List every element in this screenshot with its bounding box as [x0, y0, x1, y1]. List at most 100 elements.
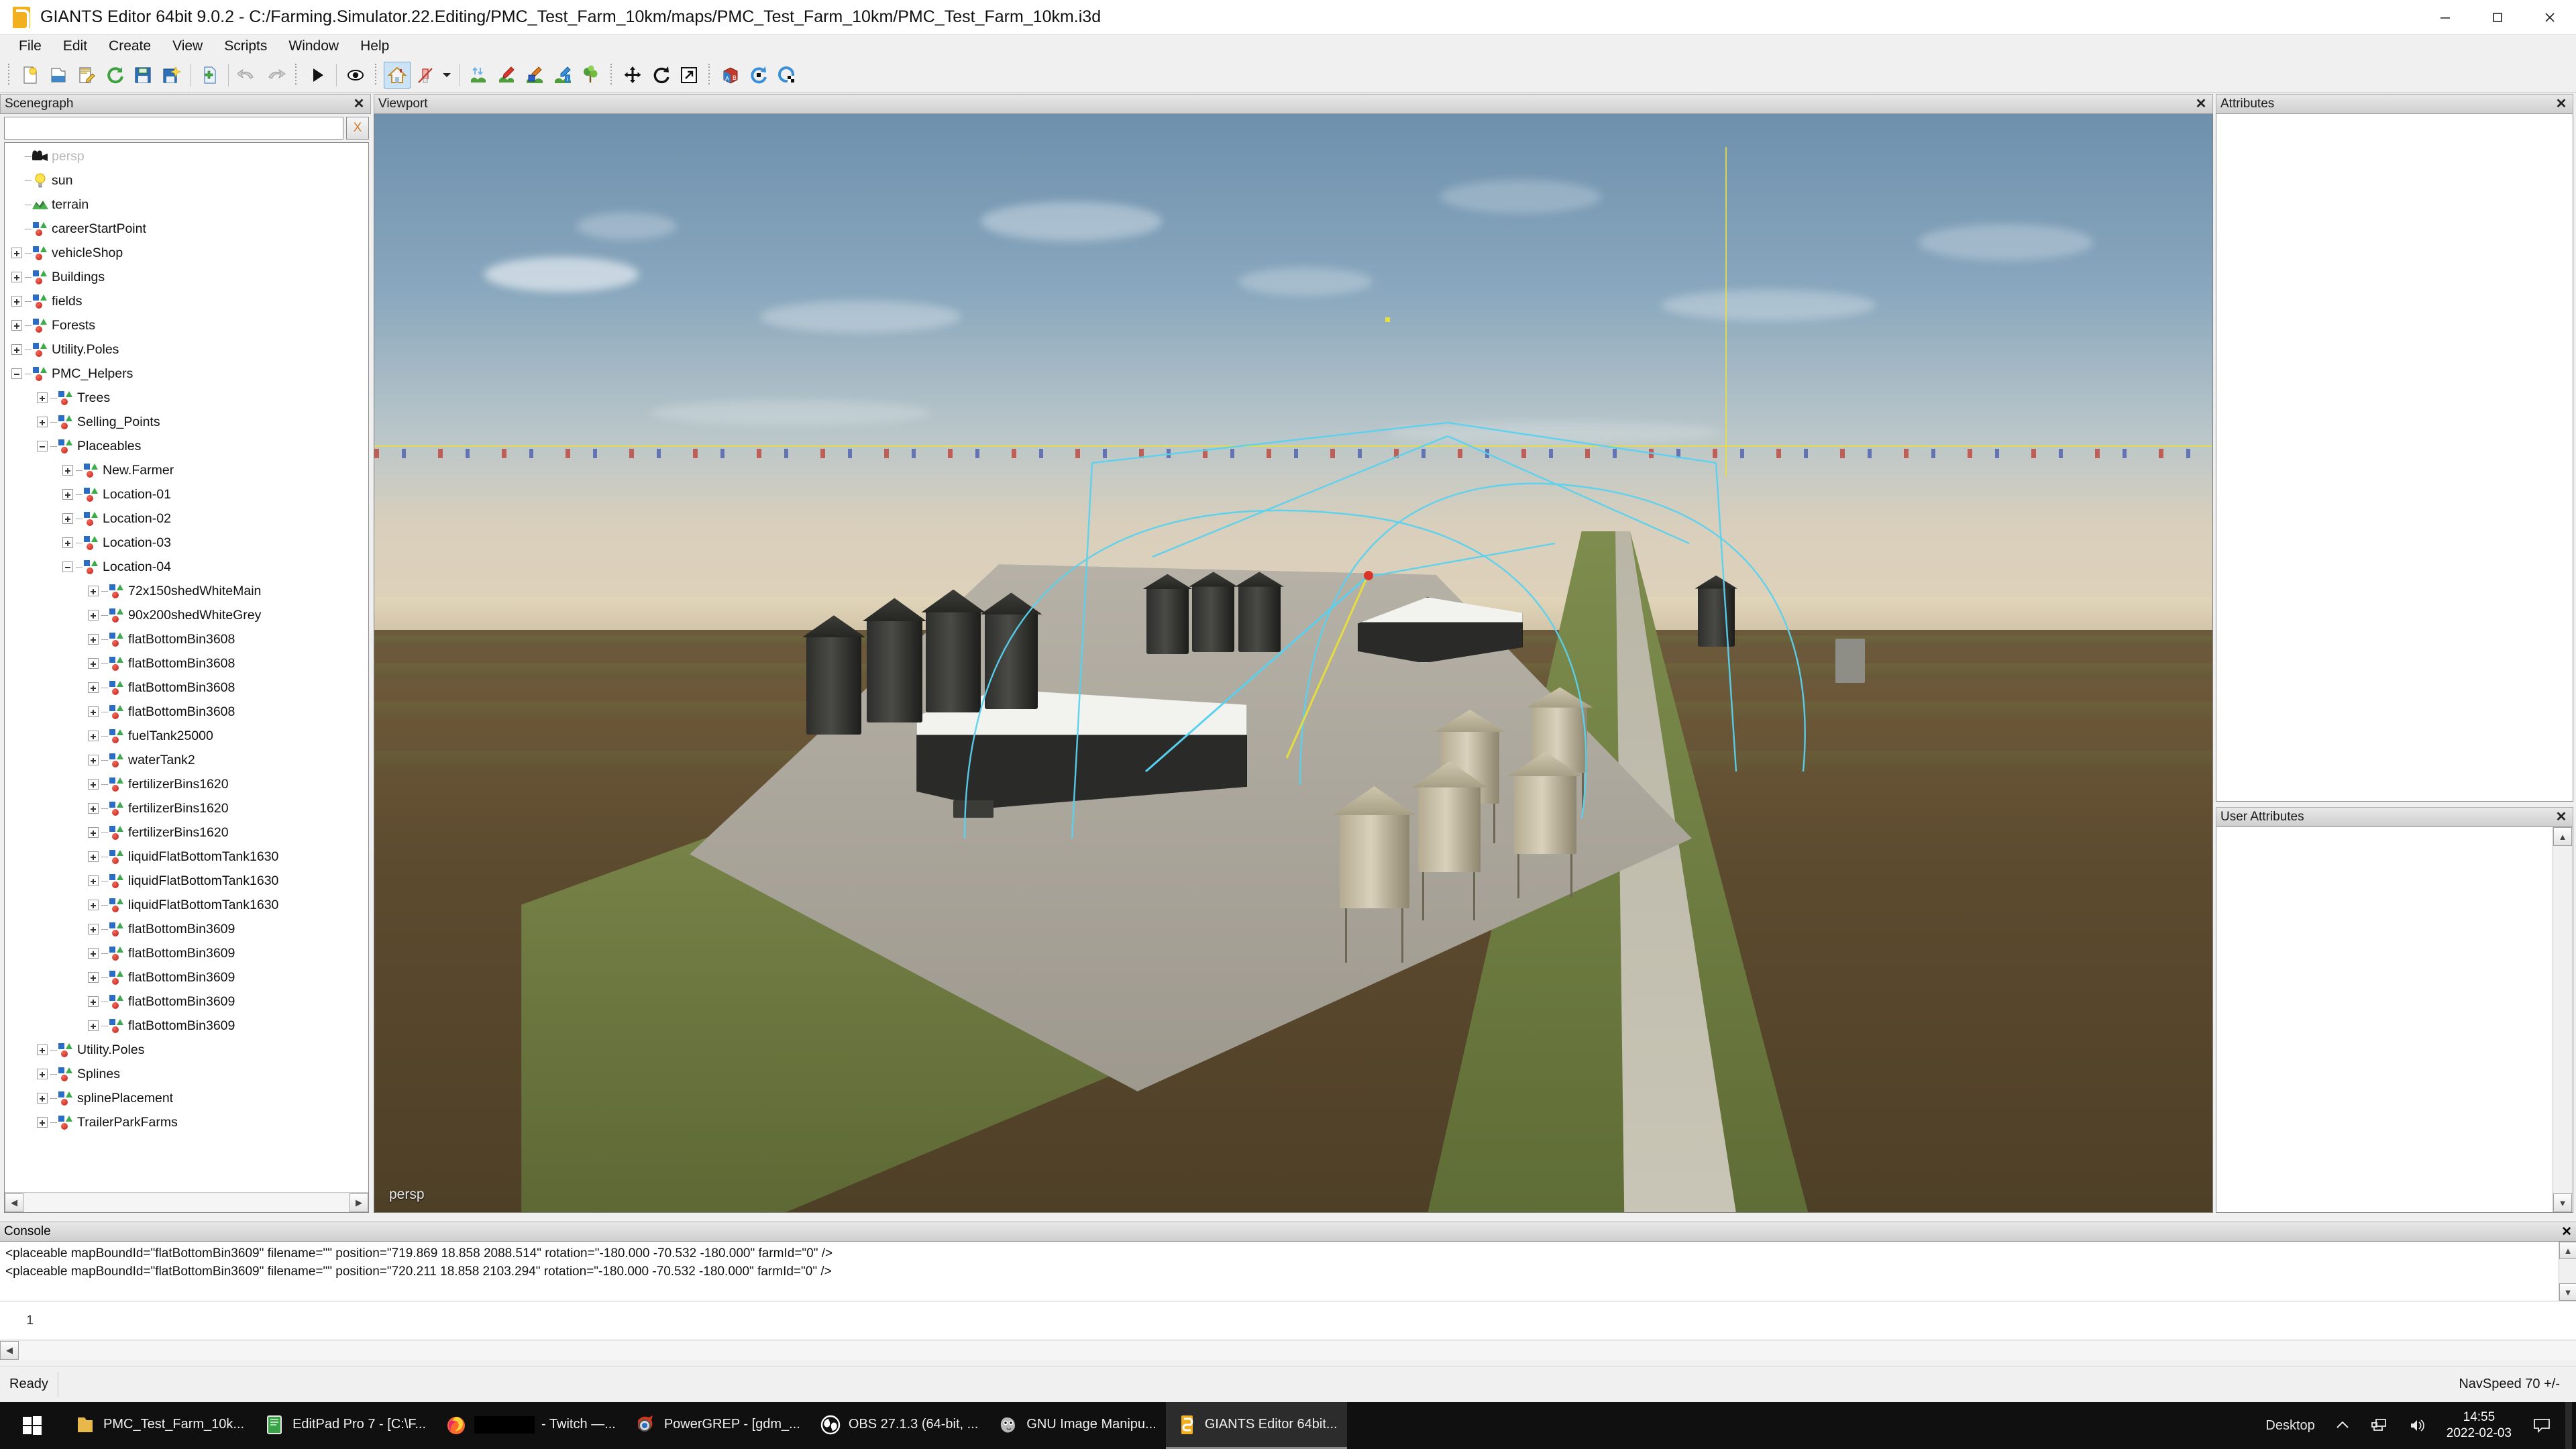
scenegraph-node[interactable]: 72x150shedWhiteMain [5, 579, 368, 603]
taskbar-clock[interactable]: 14:55 2022-02-03 [2436, 1409, 2522, 1442]
tree-paint-icon[interactable] [578, 62, 604, 89]
collapse-node-button[interactable] [60, 559, 76, 575]
rotate-icon[interactable] [647, 62, 674, 89]
scenegraph-node[interactable]: fuelTank25000 [5, 724, 368, 748]
expand-node-button[interactable] [85, 824, 101, 841]
scenegraph-node[interactable]: liquidFlatBottomTank1630 [5, 893, 368, 917]
menu-scripts[interactable]: Scripts [213, 36, 278, 57]
chevron-down-icon[interactable] [439, 62, 454, 89]
expand-node-button[interactable] [85, 945, 101, 961]
minimize-icon[interactable] [2419, 0, 2471, 35]
console-output[interactable]: <placeable mapBoundId="flatBottomBin3609… [0, 1242, 2576, 1301]
scenegraph-node[interactable]: vehicleShop [5, 241, 368, 265]
scenegraph-node[interactable]: Location-01 [5, 482, 368, 506]
scenegraph-node[interactable]: 90x200shedWhiteGrey [5, 603, 368, 627]
collapse-node-button[interactable] [34, 438, 50, 454]
expand-node-button[interactable] [34, 390, 50, 406]
expand-node-button[interactable] [9, 293, 25, 309]
taskbar-item-explorer[interactable]: PMC_Test_Farm_10k... [64, 1402, 254, 1449]
toolbar-grip[interactable] [373, 63, 380, 87]
expand-node-button[interactable] [85, 607, 101, 623]
scrollbar-track[interactable] [19, 1340, 2576, 1360]
scroll-down-button[interactable]: ▼ [2553, 1193, 2572, 1212]
scenegraph-node[interactable]: Location-03 [5, 531, 368, 555]
expand-node-button[interactable] [85, 776, 101, 792]
console-horizontal-scrollbar[interactable]: ◀ [0, 1340, 2576, 1360]
menu-edit[interactable]: Edit [52, 36, 98, 57]
viewport-3d-canvas[interactable]: persp [374, 114, 2213, 1213]
volume-icon[interactable] [2398, 1402, 2436, 1449]
scenegraph-node[interactable]: fields [5, 289, 368, 313]
play-icon[interactable] [304, 62, 331, 89]
scenegraph-node[interactable]: Buildings [5, 265, 368, 289]
scenegraph-node[interactable]: waterTank2 [5, 748, 368, 772]
expand-node-button[interactable] [85, 994, 101, 1010]
close-icon[interactable]: ✕ [2554, 97, 2569, 111]
taskbar-item-giants-editor[interactable]: GIANTS Editor 64bit... [1165, 1402, 1347, 1449]
redo-icon[interactable] [262, 62, 289, 89]
scenegraph-node[interactable]: flatBottomBin3608 [5, 627, 368, 651]
menu-help[interactable]: Help [350, 36, 400, 57]
foliage-paint-icon[interactable] [493, 62, 520, 89]
scenegraph-node[interactable]: Location-02 [5, 506, 368, 531]
expand-node-button[interactable] [85, 1018, 101, 1034]
expand-node-button[interactable] [85, 704, 101, 720]
expand-node-button[interactable] [85, 655, 101, 672]
scenegraph-node[interactable]: TrailerParkFarms [5, 1110, 368, 1134]
scenegraph-node[interactable]: Location-04 [5, 555, 368, 579]
render-checker-icon[interactable] [773, 62, 800, 89]
translate-icon[interactable] [619, 62, 646, 89]
expand-node-button[interactable] [60, 535, 76, 551]
user-attributes-content[interactable]: ▲ ▼ [2216, 827, 2573, 1213]
scenegraph-node[interactable]: liquidFlatBottomTank1630 [5, 869, 368, 893]
expand-node-button[interactable] [34, 1114, 50, 1130]
scenegraph-node[interactable]: Selling_Points [5, 410, 368, 434]
taskbar-item-gimp[interactable]: GNU Image Manipu... [987, 1402, 1165, 1449]
scenegraph-node[interactable]: Splines [5, 1062, 368, 1086]
taskbar-item-powergrep[interactable]: PowerGREP - [gdm_... [625, 1402, 810, 1449]
expand-node-button[interactable] [9, 317, 25, 333]
scenegraph-node[interactable]: fertilizerBins1620 [5, 796, 368, 820]
foliage-cube-icon[interactable] [521, 62, 548, 89]
user-attributes-scrollbar[interactable]: ▲ ▼ [2553, 827, 2573, 1212]
scroll-up-button[interactable]: ▲ [2559, 1242, 2576, 1259]
clear-search-button[interactable]: X [346, 117, 369, 140]
taskbar-item-editpad[interactable]: EditPad Pro 7 - [C:\F... [254, 1402, 435, 1449]
scenegraph-node[interactable]: New.Farmer [5, 458, 368, 482]
toolbar-grip[interactable] [6, 63, 13, 87]
toolbar-grip[interactable] [706, 63, 713, 87]
menu-view[interactable]: View [162, 36, 213, 57]
reload-icon[interactable] [101, 62, 128, 89]
scroll-left-button[interactable]: ◀ [5, 1193, 23, 1212]
import-file-icon[interactable] [196, 62, 223, 89]
scenegraph-node[interactable]: liquidFlatBottomTank1630 [5, 845, 368, 869]
console-input-row[interactable]: 1 [0, 1301, 2576, 1340]
show-desktop-button[interactable] [2565, 1402, 2572, 1449]
expand-node-button[interactable] [85, 752, 101, 768]
maximize-icon[interactable] [2471, 0, 2524, 35]
scale-icon[interactable] [676, 62, 702, 89]
scenegraph-node[interactable]: flatBottomBin3609 [5, 965, 368, 989]
scroll-right-button[interactable]: ▶ [350, 1193, 368, 1212]
paint-disabled-icon[interactable] [412, 62, 439, 89]
scenegraph-node[interactable]: Trees [5, 386, 368, 410]
expand-node-button[interactable] [85, 680, 101, 696]
close-icon[interactable]: ✕ [352, 97, 366, 111]
close-icon[interactable]: ✕ [2561, 1224, 2572, 1240]
scenegraph-node[interactable]: careerStartPoint [5, 217, 368, 241]
scenegraph-node[interactable]: flatBottomBin3608 [5, 651, 368, 676]
new-file-icon[interactable] [17, 62, 44, 89]
scenegraph-node[interactable]: Forests [5, 313, 368, 337]
scenegraph-node[interactable]: persp [5, 144, 368, 168]
tree-horizontal-scrollbar[interactable]: ◀ ▶ [5, 1192, 368, 1212]
expand-node-button[interactable] [85, 969, 101, 985]
close-icon[interactable]: ✕ [2554, 810, 2569, 824]
scenegraph-node[interactable]: flatBottomBin3609 [5, 989, 368, 1014]
scenegraph-node[interactable]: flatBottomBin3609 [5, 1014, 368, 1038]
save-icon[interactable] [129, 62, 156, 89]
menu-file[interactable]: File [8, 36, 52, 57]
close-icon[interactable]: ✕ [2194, 97, 2208, 111]
scenegraph-node[interactable]: Placeables [5, 434, 368, 458]
scenegraph-tree[interactable]: persp sun terrain careerStartPoint vehicleSh… [4, 142, 369, 1213]
chevron-up-icon[interactable] [2324, 1402, 2361, 1449]
